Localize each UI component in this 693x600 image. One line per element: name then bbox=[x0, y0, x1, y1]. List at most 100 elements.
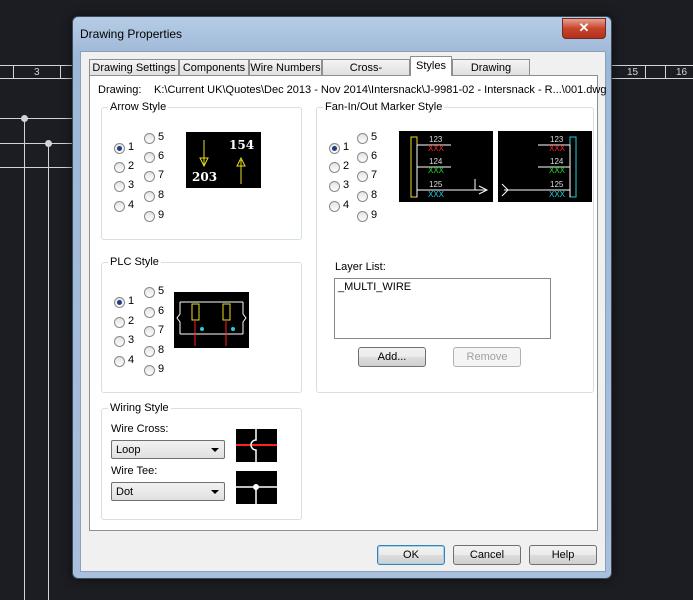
plc-style-title: PLC Style bbox=[108, 256, 161, 269]
fan-style-radio-4[interactable] bbox=[329, 201, 340, 212]
fan-style-radio-2[interactable] bbox=[329, 162, 340, 173]
fan-style-radio-3[interactable] bbox=[329, 181, 340, 192]
fan-out-num-1: 123 bbox=[550, 135, 564, 144]
fan-style-label-8: 8 bbox=[371, 189, 378, 201]
remove-layer-button[interactable]: Remove bbox=[453, 347, 521, 367]
ruler-tick bbox=[665, 65, 666, 79]
arrow-style-label-5: 5 bbox=[158, 131, 165, 143]
plc-style-radio-8[interactable] bbox=[144, 346, 155, 357]
wire-tee-label: Wire Tee: bbox=[111, 465, 158, 477]
plc-style-radio-4[interactable] bbox=[114, 356, 125, 367]
layer-list-item[interactable]: _MULTI_WIRE bbox=[338, 281, 411, 293]
dialog-client: Drawing Settings Components Wire Numbers… bbox=[80, 51, 606, 572]
plc-style-label-4: 4 bbox=[128, 354, 135, 366]
plc-style-radio-3[interactable] bbox=[114, 336, 125, 347]
chevron-down-icon bbox=[211, 490, 219, 494]
fan-marker-style-group: Fan-In/Out Marker Style 1 2 3 4 5 6 7 8 … bbox=[316, 101, 594, 393]
plc-style-radio-6[interactable] bbox=[144, 307, 155, 318]
fan-marker-style-title: Fan-In/Out Marker Style bbox=[323, 101, 445, 114]
plc-style-preview bbox=[174, 292, 249, 348]
ruler-line-top bbox=[0, 65, 72, 66]
wire-line bbox=[0, 118, 72, 119]
drawing-label: Drawing: bbox=[98, 84, 142, 96]
fan-in-xxx-1: XXX bbox=[428, 144, 445, 153]
ruler-label-right-1: 15 bbox=[627, 67, 639, 78]
arrow-style-radio-1[interactable] bbox=[114, 143, 125, 154]
tab-styles[interactable]: Styles bbox=[410, 56, 452, 76]
cancel-button[interactable]: Cancel bbox=[453, 545, 521, 565]
fan-out-preview-graphic: 123 XXX 124 XXX 125 XXX bbox=[501, 135, 577, 199]
arrow-preview-top-text: 154 bbox=[229, 138, 254, 152]
arrow-style-radio-3[interactable] bbox=[114, 181, 125, 192]
fan-style-radio-5[interactable] bbox=[357, 133, 368, 144]
ruler-tick bbox=[13, 65, 14, 79]
wire-cross-select[interactable]: Loop bbox=[111, 440, 225, 459]
arrow-style-label-1: 1 bbox=[128, 141, 135, 153]
wire-tee-select[interactable]: Dot bbox=[111, 482, 225, 501]
arrow-preview-bottom-text: 203 bbox=[192, 170, 217, 184]
wiring-style-group: Wiring Style Wire Cross: Loop Wire Tee: … bbox=[101, 402, 302, 520]
fan-out-xxx-1: XXX bbox=[549, 144, 566, 153]
tab-components[interactable]: Components bbox=[179, 59, 249, 75]
drawing-path: K:\Current UK\Quotes\Dec 2013 - Nov 2014… bbox=[154, 84, 607, 96]
plc-style-radio-1[interactable] bbox=[114, 297, 125, 308]
fan-in-num-2: 124 bbox=[429, 157, 443, 166]
wire-cross-preview bbox=[236, 429, 277, 462]
tab-wire-numbers[interactable]: Wire Numbers bbox=[249, 59, 322, 75]
close-button[interactable]: ✕ bbox=[562, 18, 606, 39]
plc-style-preview-graphic bbox=[176, 301, 247, 346]
fan-style-radio-1[interactable] bbox=[329, 143, 340, 154]
wire-line bbox=[48, 143, 49, 600]
tab-cross-references[interactable]: Cross-References bbox=[322, 59, 410, 90]
arrow-style-label-9: 9 bbox=[158, 209, 165, 221]
arrow-style-radio-7[interactable] bbox=[144, 171, 155, 182]
wiring-style-title: Wiring Style bbox=[108, 402, 171, 415]
fan-out-num-3: 125 bbox=[550, 180, 564, 189]
plc-style-radio-5[interactable] bbox=[144, 287, 155, 298]
fan-out-xxx-3: XXX bbox=[549, 190, 566, 199]
wire-dot bbox=[21, 115, 28, 122]
fan-out-preview: 123 XXX 124 XXX 125 XXX bbox=[498, 131, 592, 202]
fan-style-label-6: 6 bbox=[371, 150, 378, 162]
arrow-style-radio-5[interactable] bbox=[144, 133, 155, 144]
arrow-style-label-6: 6 bbox=[158, 150, 165, 162]
wire-tee-value: Dot bbox=[116, 486, 134, 498]
arrow-style-radio-2[interactable] bbox=[114, 162, 125, 173]
ok-button[interactable]: OK bbox=[377, 545, 445, 565]
wire-tee-preview-graphic bbox=[236, 484, 277, 504]
fan-style-radio-6[interactable] bbox=[357, 152, 368, 163]
fan-style-radio-8[interactable] bbox=[357, 191, 368, 202]
fan-style-label-9: 9 bbox=[371, 209, 378, 221]
plc-style-label-9: 9 bbox=[158, 363, 165, 375]
fan-style-radio-9[interactable] bbox=[357, 211, 368, 222]
arrow-style-radio-9[interactable] bbox=[144, 211, 155, 222]
plc-style-radio-7[interactable] bbox=[144, 326, 155, 337]
fan-out-num-2: 124 bbox=[550, 157, 564, 166]
plc-style-label-5: 5 bbox=[158, 285, 165, 297]
wire-line bbox=[0, 143, 72, 144]
arrow-style-label-8: 8 bbox=[158, 189, 165, 201]
ruler-label-left: 3 bbox=[34, 67, 40, 78]
drawing-properties-dialog: Drawing Properties ✕ Drawing Settings Co… bbox=[72, 16, 612, 579]
title-bar[interactable]: Drawing Properties ✕ bbox=[73, 17, 611, 51]
fan-in-preview-graphic: 123 XXX 124 XXX 125 XXX bbox=[410, 135, 489, 199]
layer-list-label: Layer List: bbox=[335, 261, 386, 273]
layer-listbox[interactable]: _MULTI_WIRE bbox=[334, 278, 551, 339]
fan-style-radio-7[interactable] bbox=[357, 171, 368, 182]
tab-drawing-settings[interactable]: Drawing Settings bbox=[89, 59, 179, 75]
arrow-style-preview-graphic: 154 203 bbox=[192, 138, 254, 184]
arrow-style-radio-8[interactable] bbox=[144, 191, 155, 202]
arrow-style-radio-4[interactable] bbox=[114, 201, 125, 212]
arrow-style-radio-6[interactable] bbox=[144, 152, 155, 163]
plc-style-radio-2[interactable] bbox=[114, 317, 125, 328]
tab-drawing-format[interactable]: Drawing Format bbox=[452, 59, 530, 90]
dialog-title: Drawing Properties bbox=[80, 27, 183, 41]
plc-style-label-3: 3 bbox=[128, 334, 135, 346]
arrow-style-group: Arrow Style 1 2 3 4 5 6 7 8 9 154 203 bbox=[101, 101, 302, 240]
add-layer-button[interactable]: Add... bbox=[358, 347, 426, 367]
fan-style-label-7: 7 bbox=[371, 169, 378, 181]
plc-style-radio-9[interactable] bbox=[144, 365, 155, 376]
help-button[interactable]: Help bbox=[529, 545, 597, 565]
arrow-style-label-7: 7 bbox=[158, 169, 165, 181]
ruler-line-bottom bbox=[0, 78, 72, 79]
